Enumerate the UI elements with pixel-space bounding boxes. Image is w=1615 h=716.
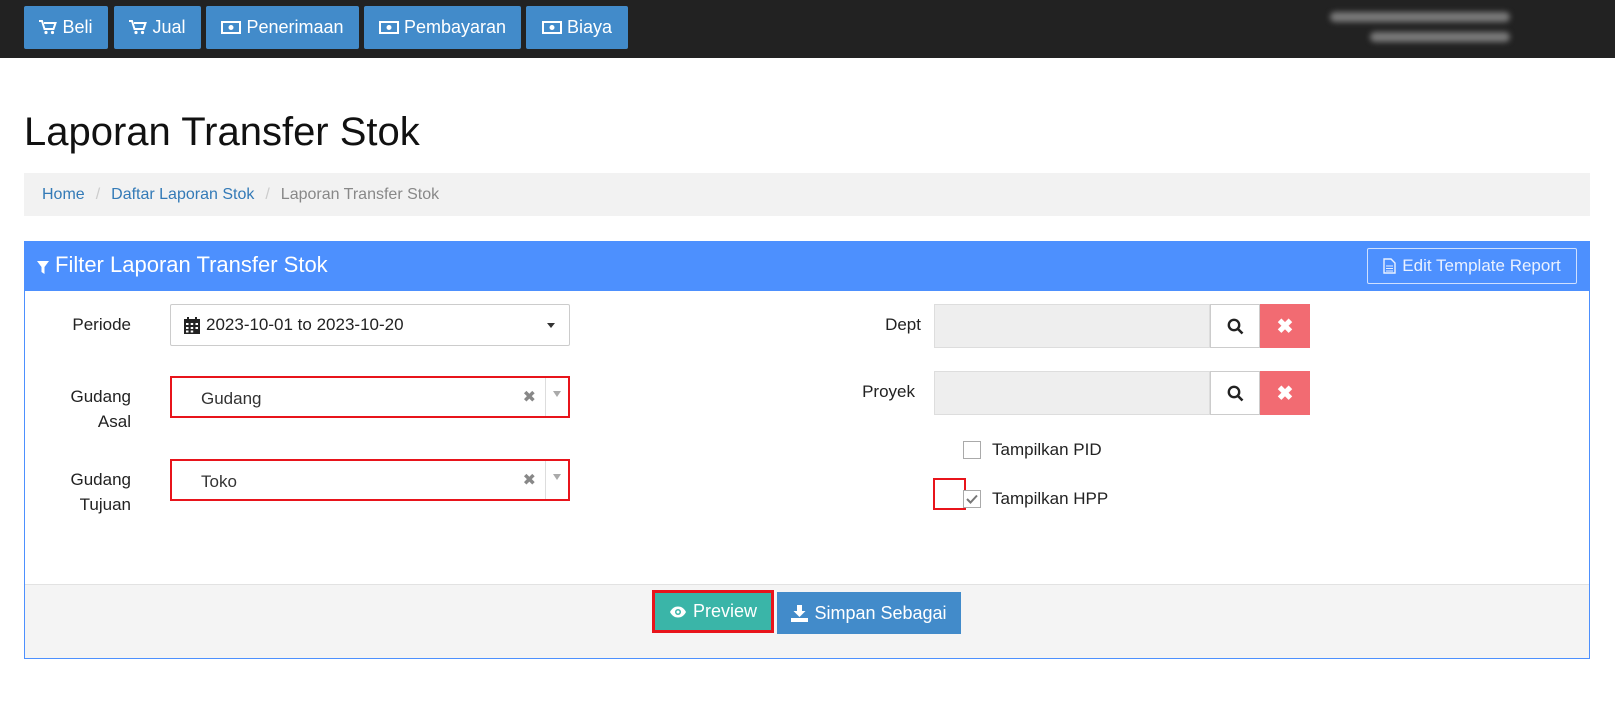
filter-panel-title: Filter Laporan Transfer Stok (37, 252, 328, 278)
close-icon: ✖ (1276, 382, 1294, 405)
dept-clear-button[interactable]: ✖ (1260, 304, 1310, 348)
edit-template-report-button[interactable]: Edit Template Report (1367, 248, 1577, 284)
cart-icon (129, 20, 148, 35)
nav-pembayaran-button[interactable]: Pembayaran (364, 6, 521, 49)
edit-template-report-label: Edit Template Report (1402, 256, 1561, 275)
gudang-asal-select[interactable]: Gudang ✖ (170, 376, 570, 418)
dept-label: Dept (885, 315, 921, 334)
gudang-tujuan-label-line2: Tujuan (79, 495, 131, 514)
periode-value: 2023-10-01 to 2023-10-20 (206, 315, 404, 334)
tampilkan-hpp-checkbox[interactable] (963, 490, 981, 508)
nav-penerimaan-button[interactable]: Penerimaan (206, 6, 359, 49)
gudang-asal-label-line1: Gudang (70, 387, 132, 406)
gudang-asal-label: Gudang Asal (45, 384, 132, 434)
page-title: Laporan Transfer Stok (24, 110, 420, 154)
close-icon: ✖ (1276, 315, 1294, 338)
top-navbar: Beli Jual Penerimaan Pembayaran Biaya (0, 0, 1615, 58)
cart-icon (39, 20, 58, 35)
gudang-tujuan-select[interactable]: Toko ✖ (170, 459, 570, 501)
money-icon (378, 21, 399, 34)
search-icon (1227, 385, 1243, 401)
tampilkan-hpp-highlight (933, 478, 966, 510)
nav-penerimaan-label: Penerimaan (246, 17, 344, 37)
preview-label: Preview (692, 601, 758, 621)
proyek-clear-button[interactable]: ✖ (1260, 371, 1310, 415)
save-as-button[interactable]: Simpan Sebagai (777, 592, 961, 634)
proyek-search-button[interactable] (1210, 371, 1260, 415)
nav-biaya-label: Biaya (566, 17, 613, 37)
periode-label: Periode (72, 315, 131, 334)
filter-panel-title-text: Filter Laporan Transfer Stok (55, 252, 328, 277)
nav-biaya-button[interactable]: Biaya (526, 6, 628, 49)
preview-button[interactable]: Preview (652, 590, 774, 633)
gudang-tujuan-value: Toko (201, 472, 237, 491)
dept-input[interactable] (934, 304, 1210, 348)
tampilkan-pid-checkbox[interactable] (963, 441, 981, 459)
nav-jual-label: Jual (152, 17, 186, 37)
checkmark-icon (966, 494, 978, 504)
user-info-blurred[interactable] (1330, 8, 1520, 48)
clear-icon[interactable]: ✖ (523, 387, 536, 407)
tampilkan-pid-label: Tampilkan PID (992, 440, 1102, 459)
breadcrumb-separator: / (265, 185, 270, 203)
save-as-label: Simpan Sebagai (814, 602, 947, 623)
eye-icon (669, 606, 686, 617)
select-divider (545, 461, 546, 499)
caret-down-icon (547, 323, 555, 328)
file-icon (1383, 258, 1396, 274)
breadcrumb-home-link[interactable]: Home (42, 186, 85, 204)
nav-pembayaran-label: Pembayaran (403, 17, 507, 37)
filter-icon (37, 260, 49, 274)
nav-beli-label: Beli (62, 17, 93, 37)
tampilkan-hpp-label: Tampilkan HPP (992, 489, 1109, 508)
proyek-label: Proyek (862, 382, 915, 401)
calendar-icon (184, 316, 200, 334)
download-icon (791, 604, 809, 622)
money-icon (541, 21, 562, 34)
proyek-input[interactable] (934, 371, 1210, 415)
gudang-tujuan-label: Gudang Tujuan (45, 467, 132, 517)
nav-beli-button[interactable]: Beli (24, 6, 108, 49)
gudang-asal-value: Gudang (201, 389, 262, 408)
clear-icon[interactable]: ✖ (523, 470, 536, 490)
select-divider (545, 378, 546, 416)
search-icon (1227, 318, 1243, 334)
dept-search-button[interactable] (1210, 304, 1260, 348)
gudang-tujuan-label-line1: Gudang (70, 470, 132, 489)
nav-jual-button[interactable]: Jual (114, 6, 201, 49)
periode-date-range-picker[interactable]: 2023-10-01 to 2023-10-20 (170, 304, 570, 346)
breadcrumb: Home / Daftar Laporan Stok / Laporan Tra… (24, 173, 1590, 216)
filter-panel-header: Filter Laporan Transfer Stok Edit Templa… (25, 242, 1589, 291)
money-icon (221, 21, 242, 34)
chevron-down-icon[interactable] (553, 391, 561, 397)
breadcrumb-separator: / (95, 185, 101, 203)
gudang-asal-label-line2: Asal (97, 412, 131, 431)
chevron-down-icon[interactable] (553, 474, 561, 480)
breadcrumb-current: Laporan Transfer Stok (280, 185, 440, 203)
breadcrumb-parent-link[interactable]: Daftar Laporan Stok (111, 186, 254, 204)
